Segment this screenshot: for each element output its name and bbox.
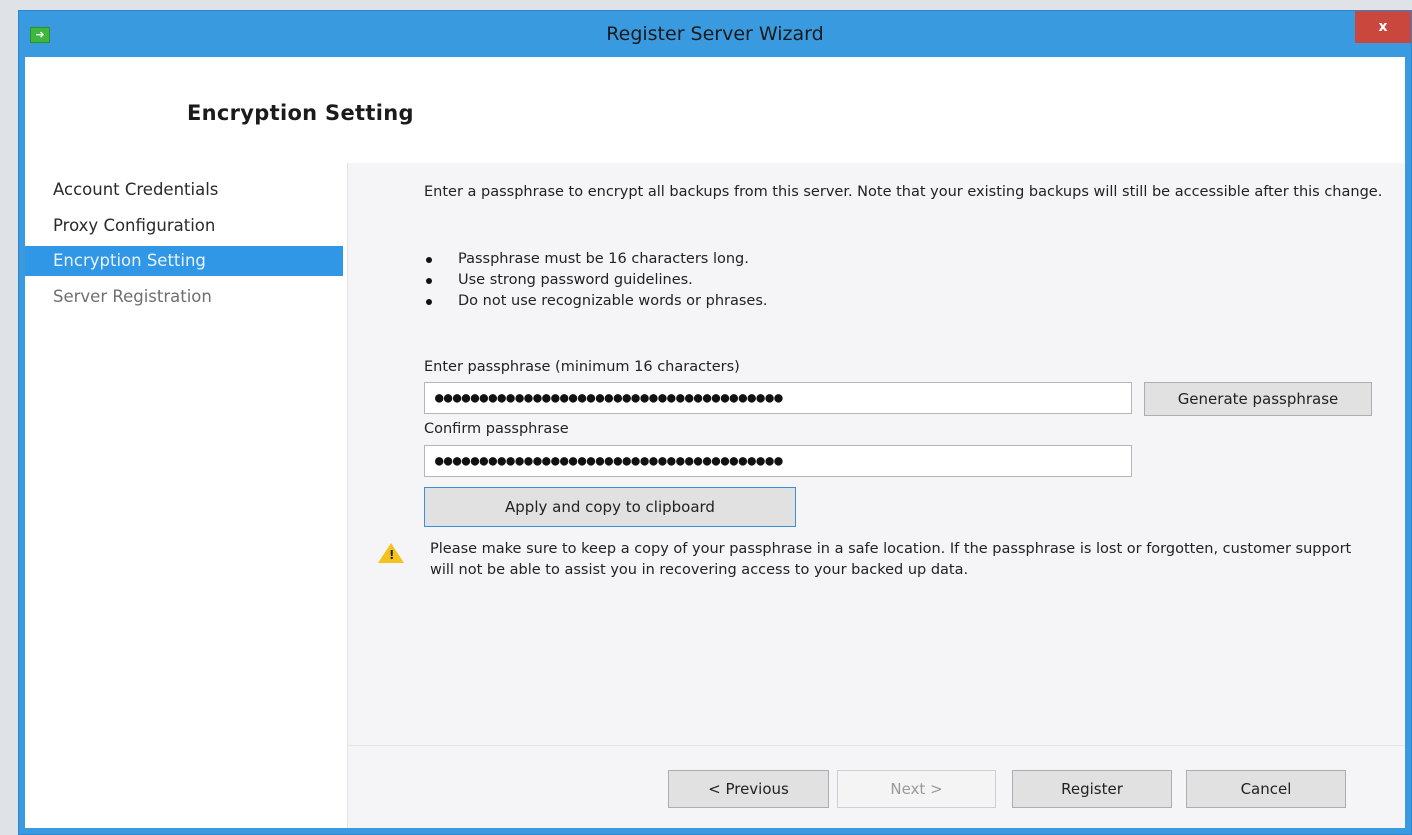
register-button[interactable]: Register [1012,770,1172,808]
title-bar[interactable]: ➜ Register Server Wizard x [19,11,1411,57]
page-title: Encryption Setting [187,101,414,125]
passphrase-input[interactable]: ●●●●●●●●●●●●●●●●●●●●●●●●●●●●●●●●●●●●●●● [424,382,1132,414]
nav-item-proxy-configuration[interactable]: Proxy Configuration [25,211,343,241]
passphrase-label: Enter passphrase (minimum 16 characters) [424,359,740,375]
nav-item-server-registration: Server Registration [53,287,212,306]
cancel-button[interactable]: Cancel [1186,770,1346,808]
nav-item-encryption-setting[interactable]: Encryption Setting [25,246,343,276]
confirm-passphrase-label: Confirm passphrase [424,421,569,437]
window-title: Register Server Wizard [606,23,824,45]
close-button[interactable]: x [1355,11,1411,43]
apply-copy-clipboard-button[interactable]: Apply and copy to clipboard [424,487,796,527]
wizard-step-nav: Account Credentials Proxy Configuration … [25,163,347,828]
passphrase-requirements: Passphrase must be 16 characters long. U… [424,249,768,312]
wizard-header: Encryption Setting [25,57,1405,163]
intro-text: Enter a passphrase to encrypt all backup… [424,184,1383,200]
previous-button[interactable]: < Previous [668,770,829,808]
nav-item-account-credentials[interactable]: Account Credentials [25,175,343,205]
footer-divider [348,745,1405,746]
warning-text: Please make sure to keep a copy of your … [430,541,1352,578]
requirement-item: Passphrase must be 16 characters long. [424,249,768,270]
requirement-item: Use strong password guidelines. [424,270,768,291]
warning-exclamation: ! [389,548,395,562]
next-button: Next > [837,770,996,808]
confirm-passphrase-input[interactable]: ●●●●●●●●●●●●●●●●●●●●●●●●●●●●●●●●●●●●●●● [424,445,1132,477]
wizard-client-area: Encryption Setting Account Credentials P… [25,57,1405,828]
requirement-item: Do not use recognizable words or phrases… [424,291,768,312]
generate-passphrase-button[interactable]: Generate passphrase [1144,382,1372,416]
wizard-content: Enter a passphrase to encrypt all backup… [347,163,1405,828]
wizard-window: ➜ Register Server Wizard x Encryption Se… [18,10,1412,835]
